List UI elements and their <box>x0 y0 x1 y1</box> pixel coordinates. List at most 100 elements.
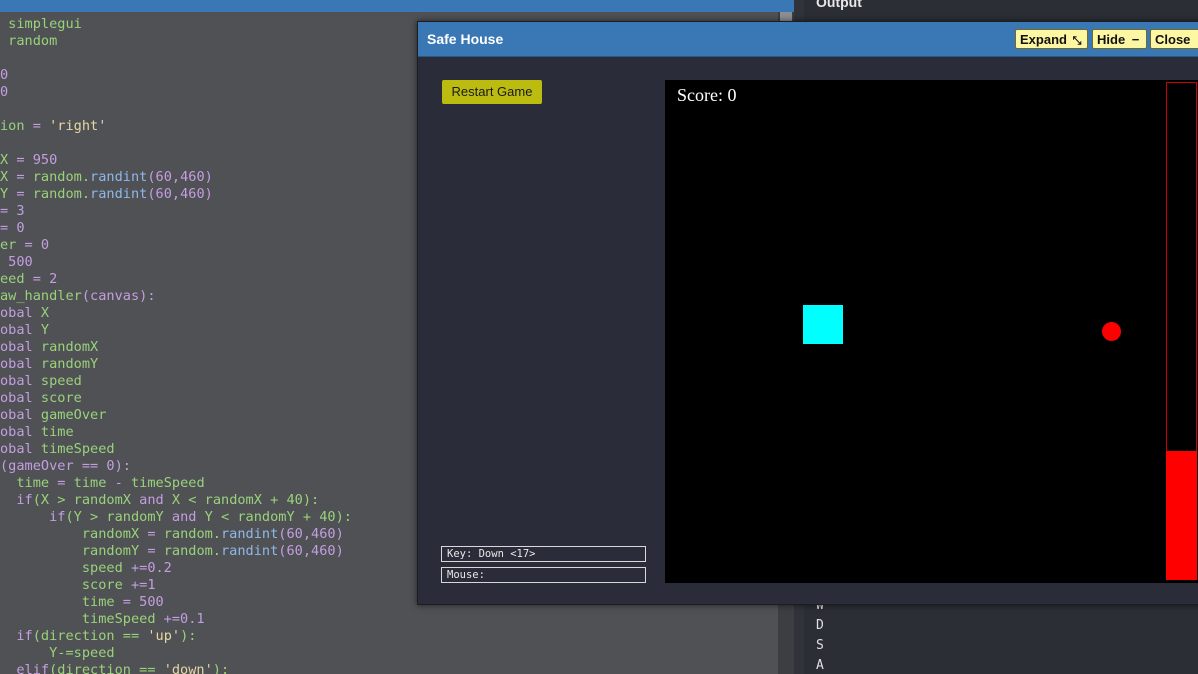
code-token: Y <box>32 322 50 338</box>
code-token: obal <box>0 441 33 457</box>
code-token: obal <box>0 305 33 321</box>
code-line[interactable]: obal time <box>0 424 74 441</box>
editor-top-bar <box>0 0 778 12</box>
code-token: score <box>32 390 82 406</box>
code-line[interactable]: obal randomX <box>0 339 98 356</box>
output-line: D <box>816 618 824 633</box>
code-line[interactable]: if(X > randomX and X < randomX + 40): <box>0 492 319 509</box>
code-line[interactable]: if(Y > randomY and Y < randomY + 40): <box>0 509 352 526</box>
code-token: = <box>24 118 50 134</box>
code-line[interactable]: 0 <box>0 84 8 101</box>
window-title: Safe House <box>427 31 504 47</box>
code-token: simplegui <box>0 16 82 32</box>
player-square <box>803 305 843 344</box>
code-token: time <box>0 594 115 610</box>
code-token: 'right' <box>49 118 107 134</box>
code-token: time <box>32 424 74 440</box>
code-token: random. <box>32 169 91 185</box>
code-line[interactable]: simplegui <box>0 16 82 33</box>
score-label: Score: 0 <box>677 85 737 105</box>
code-line[interactable]: obal randomY <box>0 356 98 373</box>
restart-game-button[interactable]: Restart Game <box>442 80 542 104</box>
code-line[interactable]: obal timeSpeed <box>0 441 115 458</box>
hide-button[interactable]: Hide − <box>1092 29 1147 49</box>
code-token: obal <box>0 424 33 440</box>
code-token: randomX <box>0 526 140 542</box>
minus-icon: − <box>1131 32 1140 47</box>
code-line[interactable]: ion = 'right' <box>0 118 106 135</box>
code-line[interactable]: speed +=0.2 <box>0 560 172 577</box>
code-token: = 3 <box>0 203 25 219</box>
code-token: (60,460) <box>147 186 213 202</box>
expand-button[interactable]: Expand ⤡ <box>1015 29 1088 49</box>
code-line[interactable]: X = random.randint(60,460) <box>0 169 213 186</box>
close-button[interactable]: Close <box>1150 29 1198 49</box>
code-line[interactable]: aw_handler(canvas): <box>0 288 156 305</box>
code-token: and <box>139 492 164 508</box>
code-line[interactable]: 500 <box>0 254 33 271</box>
code-line[interactable]: Y-=speed <box>0 645 114 662</box>
code-line[interactable]: randomY = random.randint(60,460) <box>0 543 344 560</box>
code-token: X < randomX + 40): <box>163 492 320 508</box>
code-token: eed <box>0 271 25 287</box>
code-line[interactable]: = 3 <box>0 203 25 220</box>
code-token: obal <box>0 407 33 423</box>
code-token: (60,460) <box>278 526 344 542</box>
code-line[interactable]: elif(direction == 'down'): <box>0 662 229 674</box>
window-titlebar[interactable]: Safe House Expand ⤡ Hide − Close <box>418 22 1198 57</box>
code-token: - <box>106 475 131 491</box>
code-token: 500 <box>0 254 33 270</box>
code-token: Y <box>0 186 9 202</box>
code-token: speed <box>32 373 82 389</box>
code-line[interactable]: 0 <box>0 67 8 84</box>
code-line[interactable]: time = time - timeSpeed <box>0 475 204 492</box>
code-line[interactable]: obal score <box>0 390 82 407</box>
code-token: timeSpeed <box>32 441 115 457</box>
code-line[interactable]: obal X <box>0 305 49 322</box>
code-line[interactable]: time = 500 <box>0 594 164 611</box>
target-dot <box>1102 322 1121 341</box>
code-token: obal <box>0 322 33 338</box>
code-line[interactable]: = 0 <box>0 220 25 237</box>
code-token: 0 <box>0 67 9 83</box>
code-line[interactable]: timeSpeed +=0.1 <box>0 611 205 628</box>
expand-button-label: Expand <box>1020 32 1067 47</box>
code-line[interactable]: Y = random.randint(60,460) <box>0 186 213 203</box>
code-line[interactable]: obal speed <box>0 373 82 390</box>
code-token: +=0.2 <box>122 560 172 576</box>
code-token: and <box>171 509 197 525</box>
code-token: obal <box>0 356 33 372</box>
code-token: aw_handler <box>0 288 82 304</box>
code-line[interactable]: (gameOver == 0): <box>0 458 131 475</box>
code-line[interactable]: X = 950 <box>0 152 57 169</box>
code-token: ion <box>0 118 25 134</box>
code-token: random. <box>32 186 91 202</box>
code-token: = 950 <box>8 152 58 168</box>
code-token: if <box>0 509 66 525</box>
code-token: randint <box>90 186 148 202</box>
code-token: = 2 <box>24 271 58 287</box>
code-line[interactable]: random <box>0 33 57 50</box>
code-line[interactable]: er = 0 <box>0 237 49 254</box>
code-token: random. <box>163 526 221 542</box>
code-token: (60,460) <box>147 169 213 185</box>
code-line[interactable]: if(direction == 'up'): <box>0 628 196 645</box>
code-line[interactable]: obal gameOver <box>0 407 106 424</box>
hide-button-label: Hide <box>1097 32 1126 47</box>
code-token: (direction == <box>32 628 148 644</box>
game-canvas[interactable]: Score: 0 <box>665 80 1198 583</box>
code-line[interactable]: randomX = random.randint(60,460) <box>0 526 344 543</box>
code-token: obal <box>0 373 33 389</box>
code-token: if <box>0 492 33 508</box>
code-line[interactable]: score +=1 <box>0 577 156 594</box>
time-bar-fill <box>1166 451 1197 580</box>
code-token: 0 <box>0 84 9 100</box>
code-token: = 500 <box>114 594 164 610</box>
code-token: timeSpeed <box>0 611 156 627</box>
code-line[interactable]: obal Y <box>0 322 49 339</box>
code-token: obal <box>0 339 33 355</box>
code-token: randint <box>221 543 279 559</box>
code-line[interactable]: eed = 2 <box>0 271 57 288</box>
code-token: = <box>8 169 33 185</box>
code-token: (X > randomX <box>32 492 140 508</box>
